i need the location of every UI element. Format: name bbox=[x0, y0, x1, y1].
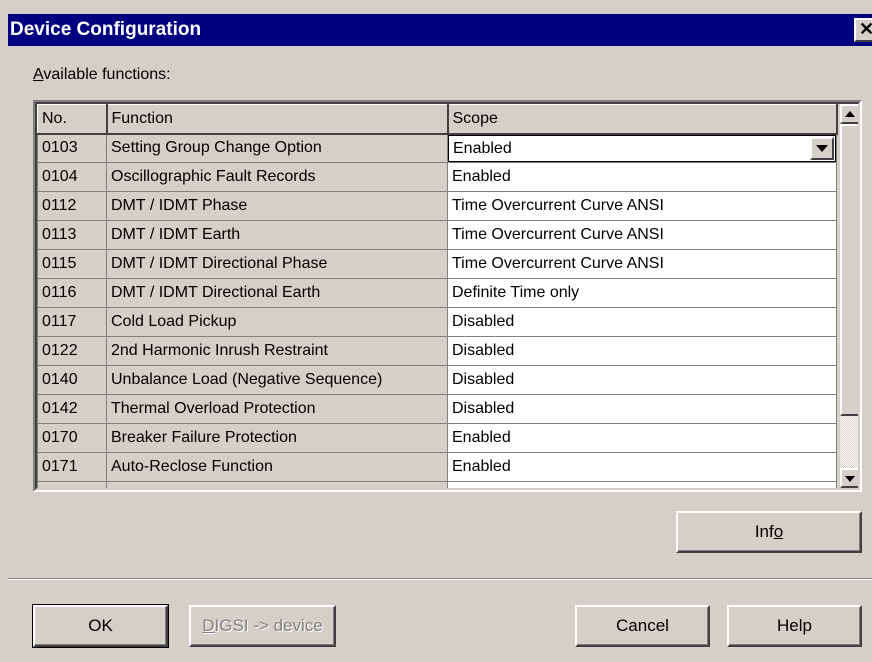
cell-scope[interactable]: Enabled bbox=[447, 162, 837, 192]
cell-empty bbox=[37, 481, 107, 488]
cell-scope[interactable]: Enabled bbox=[447, 452, 837, 482]
table-row[interactable]: 0103 Setting Group Change Option Enabled bbox=[37, 133, 837, 163]
cell-scope[interactable]: Time Overcurrent Curve ANSI bbox=[447, 220, 837, 250]
functions-grid-frame: No. Function Scope 0103 Setting Group Cha… bbox=[33, 100, 862, 492]
cell-function: Auto-Reclose Function bbox=[106, 452, 448, 482]
functions-grid: No. Function Scope 0103 Setting Group Cha… bbox=[35, 102, 860, 490]
cell-function: DMT / IDMT Directional Earth bbox=[106, 278, 448, 308]
cell-no: 0117 bbox=[37, 307, 107, 337]
column-header-no[interactable]: No. bbox=[37, 104, 108, 135]
cell-scope[interactable]: Disabled bbox=[447, 365, 837, 395]
cell-no: 0116 bbox=[37, 278, 107, 308]
cell-scope[interactable]: Disabled bbox=[447, 307, 837, 337]
cell-scope[interactable]: Disabled bbox=[447, 394, 837, 424]
table-row[interactable]: 0117 Cold Load Pickup Disabled bbox=[37, 307, 837, 337]
scope-dropdown[interactable]: Enabled bbox=[448, 134, 836, 162]
scrollbar-thumb[interactable] bbox=[840, 124, 858, 416]
digsi-label-accelerator: D bbox=[202, 616, 215, 635]
cell-function: Setting Group Change Option bbox=[106, 133, 448, 163]
cell-function: DMT / IDMT Directional Phase bbox=[106, 249, 448, 279]
column-header-scope[interactable]: Scope bbox=[447, 104, 838, 135]
table-row[interactable]: 0142 Thermal Overload Protection Disabled bbox=[37, 394, 837, 424]
cell-empty bbox=[447, 481, 837, 488]
separator bbox=[8, 578, 872, 580]
title-bar: Device Configuration ✕ bbox=[8, 14, 872, 46]
cell-no: 0142 bbox=[37, 394, 107, 424]
scope-dropdown-value: Enabled bbox=[453, 139, 512, 157]
cell-function: Thermal Overload Protection bbox=[106, 394, 448, 424]
available-label-text: vailable functions: bbox=[43, 66, 171, 83]
cell-function: DMT / IDMT Earth bbox=[106, 220, 448, 250]
table-row[interactable]: 0115 DMT / IDMT Directional Phase Time Ove… bbox=[37, 249, 837, 279]
table-row-partial bbox=[37, 481, 837, 488]
help-button[interactable]: Help bbox=[727, 605, 862, 647]
close-icon[interactable]: ✕ bbox=[854, 18, 872, 42]
functions-table: No. Function Scope 0103 Setting Group Cha… bbox=[37, 104, 838, 488]
arrow-up-icon[interactable] bbox=[840, 104, 858, 124]
table-header-row: No. Function Scope bbox=[37, 104, 838, 135]
chevron-down-icon[interactable] bbox=[810, 136, 834, 160]
cancel-button[interactable]: Cancel bbox=[575, 605, 710, 647]
ok-button[interactable]: OK bbox=[32, 604, 169, 648]
cell-no: 0170 bbox=[37, 423, 107, 453]
table-row[interactable]: 0122 2nd Harmonic Inrush Restraint Disable… bbox=[37, 336, 837, 366]
cell-function: DMT / IDMT Phase bbox=[106, 191, 448, 221]
cell-scope[interactable]: Disabled bbox=[447, 336, 837, 366]
cell-empty bbox=[106, 481, 448, 488]
cell-function: Oscillographic Fault Records bbox=[106, 162, 448, 192]
table-row[interactable]: 0112 DMT / IDMT Phase Time Overcurrent Cur… bbox=[37, 191, 837, 221]
cell-no: 0104 bbox=[37, 162, 107, 192]
cell-no: 0113 bbox=[37, 220, 107, 250]
digsi-to-device-button: DIGSI -> device bbox=[189, 605, 336, 647]
cell-scope[interactable]: Time Overcurrent Curve ANSI bbox=[447, 191, 837, 221]
cell-no: 0140 bbox=[37, 365, 107, 395]
cell-no: 0103 bbox=[37, 133, 107, 163]
available-label-accelerator: A bbox=[33, 66, 44, 83]
table-row[interactable]: 0140 Unbalance Load (Negative Sequence) Di… bbox=[37, 365, 837, 395]
table-row[interactable]: 0171 Auto-Reclose Function Enabled bbox=[37, 452, 837, 482]
window-title: Device Configuration bbox=[10, 19, 202, 40]
cell-scope[interactable]: Definite Time only bbox=[447, 278, 837, 308]
cell-function: Unbalance Load (Negative Sequence) bbox=[106, 365, 448, 395]
vertical-scrollbar[interactable] bbox=[840, 104, 858, 488]
available-functions-label: Available functions: bbox=[33, 66, 171, 84]
table-row[interactable]: 0104 Oscillographic Fault Records Enabled bbox=[37, 162, 837, 192]
table-row[interactable]: 0113 DMT / IDMT Earth Time Overcurrent Cur… bbox=[37, 220, 837, 250]
column-header-function[interactable]: Function bbox=[106, 104, 449, 135]
arrow-down-icon[interactable] bbox=[840, 468, 858, 488]
cell-scope[interactable]: Enabled bbox=[447, 423, 837, 453]
cell-scope[interactable]: Time Overcurrent Curve ANSI bbox=[447, 249, 837, 279]
cell-scope[interactable]: Enabled bbox=[447, 133, 837, 163]
cell-no: 0115 bbox=[37, 249, 107, 279]
table-row[interactable]: 0116 DMT / IDMT Directional Earth Definite… bbox=[37, 278, 837, 308]
cell-function: 2nd Harmonic Inrush Restraint bbox=[106, 336, 448, 366]
cell-no: 0112 bbox=[37, 191, 107, 221]
scrollbar-track[interactable] bbox=[840, 416, 858, 468]
info-button[interactable]: Info bbox=[676, 511, 862, 553]
info-label-pre: Inf bbox=[754, 522, 774, 541]
cell-no: 0171 bbox=[37, 452, 107, 482]
cell-function: Cold Load Pickup bbox=[106, 307, 448, 337]
device-configuration-dialog: Device Configuration ✕ Available functio… bbox=[0, 0, 872, 662]
digsi-label-text: IGSI -> device bbox=[214, 616, 323, 635]
info-label-accelerator: o bbox=[773, 522, 784, 541]
cell-function: Breaker Failure Protection bbox=[106, 423, 448, 453]
cell-no: 0122 bbox=[37, 336, 107, 366]
table-row[interactable]: 0170 Breaker Failure Protection Enabled bbox=[37, 423, 837, 453]
